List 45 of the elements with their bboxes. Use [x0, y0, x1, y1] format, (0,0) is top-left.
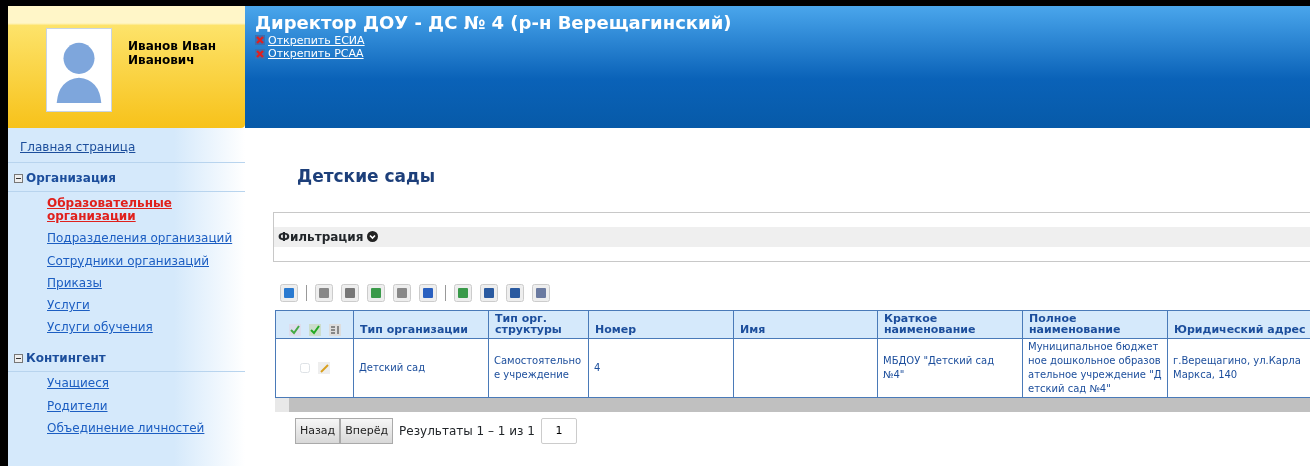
- sidebar-link[interactable]: Образовательные организации: [8, 197, 245, 224]
- unpin-link[interactable]: Открепить РСАА: [255, 47, 364, 62]
- sidebar-link[interactable]: Услуги обучения: [8, 321, 245, 335]
- forward-button[interactable]: Вперёд: [340, 417, 394, 445]
- table-cell: Муниципальное бюджетное дошкольное образовательное учреждение "Детский сад №4": [1022, 338, 1168, 398]
- cross-icon: [255, 35, 265, 46]
- filter-label[interactable]: Фильтрация: [278, 227, 364, 246]
- table-cell: Детский сад: [353, 338, 489, 398]
- sidebar-link[interactable]: Учащиеся: [8, 377, 245, 391]
- sidebar-section-header[interactable]: Организация: [8, 163, 245, 192]
- sidebar-link[interactable]: Родители: [8, 399, 245, 413]
- sidebar-link[interactable]: Услуги: [8, 298, 245, 313]
- avatar-silhouette-icon: [46, 28, 112, 112]
- page-number-field[interactable]: 1: [540, 417, 577, 444]
- column-header[interactable]: Тип организации: [353, 310, 489, 339]
- sidebar-section-header[interactable]: Контингент: [8, 343, 245, 373]
- column-header[interactable]: Номер: [588, 310, 734, 339]
- role-title: Директор ДОУ - ДС № 4 (р-н Верещагинский): [255, 12, 733, 34]
- column-header[interactable]: Имя: [733, 310, 878, 339]
- sidebar-link[interactable]: Объединение личностей: [8, 421, 245, 435]
- results-summary: Результаты 1 – 1 из 1: [399, 422, 535, 440]
- home-link[interactable]: Главная страница: [8, 128, 245, 163]
- table-cell: 4: [588, 338, 734, 398]
- chevron-down-icon[interactable]: [367, 231, 379, 242]
- sidebar-link[interactable]: Сотрудники организаций: [8, 254, 245, 268]
- minus-icon: [14, 173, 23, 183]
- row-checkbox[interactable]: [299, 362, 310, 373]
- user-name: Иванов Иван Иванович: [128, 38, 218, 69]
- column-header[interactable]: Юридический адрес: [1167, 310, 1310, 339]
- back-button[interactable]: Назад: [295, 417, 341, 445]
- cross-icon: [255, 49, 265, 60]
- check-all-icon[interactable]: [288, 323, 301, 336]
- sort-icon[interactable]: [328, 323, 341, 336]
- page-title: Детские сады: [297, 165, 437, 188]
- column-header[interactable]: Краткое наименование: [877, 310, 1023, 339]
- sidebar-link[interactable]: Приказы: [8, 276, 245, 290]
- table-cell: МБДОУ "Детский сад №4": [877, 338, 1023, 398]
- column-header[interactable]: Тип орг. структуры: [488, 310, 589, 339]
- unpin-link[interactable]: Открепить ЕСИА: [255, 33, 365, 48]
- table-cell: Самостоятельное учреждение: [488, 338, 589, 398]
- check-all-icon[interactable]: [308, 323, 321, 336]
- sidebar-link[interactable]: Подразделения организаций: [8, 232, 245, 246]
- pencil-icon[interactable]: [317, 361, 330, 374]
- minus-icon: [14, 353, 23, 363]
- column-header[interactable]: Полное наименование: [1022, 310, 1168, 339]
